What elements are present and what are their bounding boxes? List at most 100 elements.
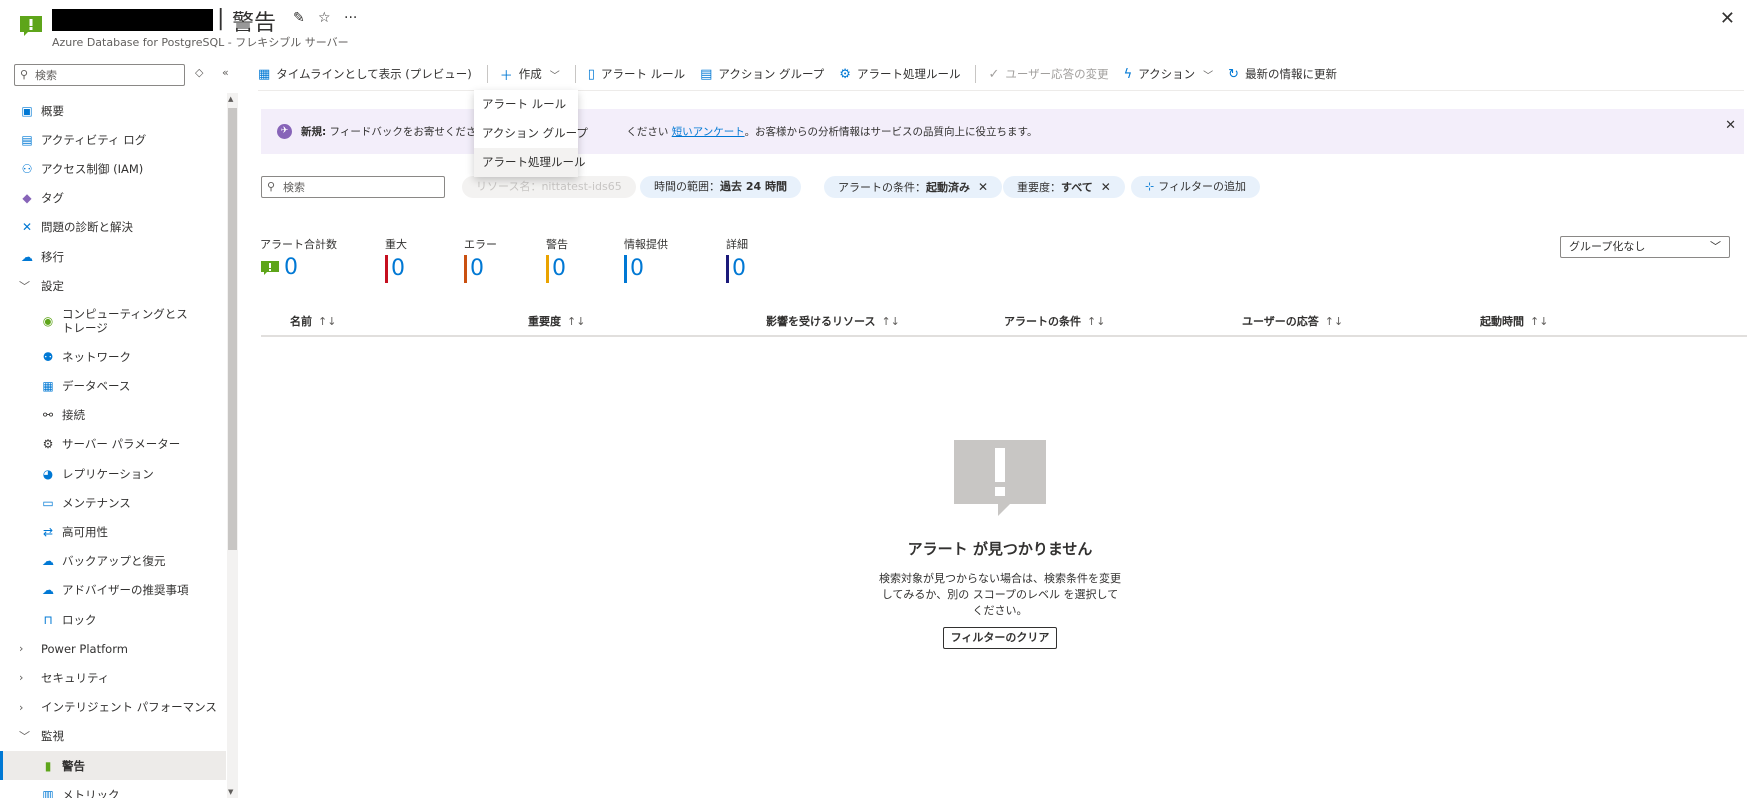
sidebar-item-overview[interactable]: ▣ 概要: [0, 96, 226, 125]
time-range-filter[interactable]: 時間の範囲：過去 24 時間: [640, 176, 801, 198]
expand-collapse-icon[interactable]: ◇: [195, 66, 203, 79]
sidebar-item-diagnose[interactable]: ✕ 問題の診断と解決: [0, 213, 226, 242]
menu-search-box[interactable]: ⚲: [14, 64, 185, 86]
error-stat[interactable]: エラー 0: [464, 236, 497, 283]
sidebar-item-replication[interactable]: ◕ レプリケーション: [0, 459, 226, 488]
sidebar-item-alerts[interactable]: ▮ 警告: [0, 750, 226, 781]
people-icon: ⚇: [21, 161, 33, 176]
remove-filter-icon[interactable]: ✕: [978, 180, 988, 194]
survey-link[interactable]: 短いアンケート: [672, 126, 745, 138]
sidebar-item-iam[interactable]: ⚇ アクセス制御 (IAM): [0, 154, 226, 183]
scroll-down-icon[interactable]: ▼: [228, 788, 233, 796]
toolbar-divider: [975, 65, 977, 83]
scroll-up-icon[interactable]: ▲: [228, 95, 233, 103]
banner-text: 新規: フィードバックをお寄せください。完了 ください 短いアンケート。お客様から…: [301, 124, 1038, 139]
column-header-severity[interactable]: 重要度 ↑↓: [528, 313, 585, 329]
column-header-alert-condition[interactable]: アラートの条件 ↑↓: [1004, 313, 1105, 329]
stat-value: 0: [260, 255, 337, 281]
informational-stat[interactable]: 情報提供 0: [624, 236, 668, 283]
sidebar-item-label: 高可用性: [62, 525, 108, 540]
sidebar-group-power-platform[interactable]: › Power Platform: [0, 634, 226, 663]
warning-stat[interactable]: 警告 0: [546, 236, 568, 283]
group-by-dropdown[interactable]: グループ化なし ﹀: [1560, 236, 1730, 258]
collapse-menu-icon[interactable]: «: [222, 66, 229, 79]
sidebar-item-label: 設定: [41, 278, 64, 293]
sidebar-item-label: ネットワーク: [62, 349, 131, 364]
more-icon[interactable]: ···: [344, 10, 357, 26]
sidebar-item-maintenance[interactable]: ▭ メンテナンス: [0, 488, 226, 517]
pin-icon[interactable]: ✎: [293, 10, 305, 26]
add-filter-button[interactable]: ⊹ フィルターの追加: [1131, 176, 1260, 198]
sidebar-item-migration[interactable]: ☁ 移行: [0, 242, 226, 271]
sidebar-item-advisor[interactable]: ☁ アドバイザーの推奨事項: [0, 576, 226, 605]
sidebar-item-metrics[interactable]: ▥ メトリック: [0, 780, 226, 798]
filter-label: 重要度：: [1017, 181, 1061, 194]
menu-item-processing-rule[interactable]: アラート処理ルール: [474, 148, 586, 177]
check-icon: ✓: [988, 66, 1000, 82]
stat-label: 警告: [546, 238, 568, 251]
menu-item-action-group[interactable]: アクション グループ: [474, 119, 588, 148]
empty-state-title: アラート が見つかりません: [907, 540, 1093, 558]
sidebar-item-compute-storage[interactable]: ◉ コンピューティングとストレージ: [0, 300, 226, 342]
sidebar-item-label: コンピューティングとストレージ: [62, 307, 188, 336]
high-availability-icon: ⇄: [42, 525, 54, 540]
clear-filters-button[interactable]: フィルターのクリア: [943, 627, 1057, 649]
alert-search-input[interactable]: [283, 179, 438, 195]
star-icon[interactable]: ☆: [318, 10, 331, 26]
resource-menu: ⚲ ◇ « ▣ 概要 ▤ アクティビティ ログ ⚇ アクセス制御 (IAM) ◆…: [0, 58, 242, 798]
sidebar-item-locks[interactable]: ⊓ ロック: [0, 605, 226, 634]
alert-condition-filter[interactable]: アラートの条件：起動済み ✕: [824, 176, 1003, 198]
create-dropdown-menu: アラート ルール アクション グループ アラート処理ルール: [474, 90, 588, 177]
sidebar-item-connect[interactable]: ⚯ 接続: [0, 401, 226, 430]
stat-label: 重大: [385, 238, 407, 251]
critical-stat[interactable]: 重大 0: [385, 236, 407, 283]
close-icon[interactable]: ✕: [1725, 118, 1736, 133]
banner-bold: 新規:: [301, 126, 327, 138]
processing-rules-button[interactable]: ⚙ アラート処理ルール: [839, 66, 960, 82]
sidebar-group-security[interactable]: › セキュリティ: [0, 663, 226, 692]
column-header-fired-time[interactable]: 起動時間 ↑↓: [1480, 313, 1548, 329]
remove-filter-icon[interactable]: ✕: [1101, 180, 1111, 194]
stat-number: 0: [391, 256, 405, 281]
column-header-user-response[interactable]: ユーザーの応答 ↑↓: [1242, 313, 1343, 329]
sidebar-item-server-parameters[interactable]: ⚙ サーバー パラメーター: [0, 430, 226, 459]
refresh-label: 最新の情報に更新: [1245, 67, 1338, 81]
create-button[interactable]: ＋ 作成 ﹀: [500, 65, 560, 84]
close-icon[interactable]: ✕: [1720, 8, 1735, 29]
menu-item-alert-rule[interactable]: アラート ルール: [474, 90, 578, 119]
banner-text-3: 。お客様からの分析情報はサービスの品質向上に役立ちます。: [744, 126, 1038, 138]
sidebar-item-backup-restore[interactable]: ☁ バックアップと復元: [0, 547, 226, 576]
verbose-stat[interactable]: 詳細 0: [726, 236, 748, 283]
alert-rules-label: アラート ルール: [600, 67, 686, 81]
sidebar-item-label: 警告: [62, 758, 85, 773]
refresh-button[interactable]: ↻ 最新の情報に更新: [1228, 66, 1337, 82]
sidebar-item-high-availability[interactable]: ⇄ 高可用性: [0, 517, 226, 546]
actions-button[interactable]: ϟ アクション ﹀: [1124, 66, 1214, 82]
menu-search-input[interactable]: [35, 67, 180, 83]
severity-filter[interactable]: 重要度：すべて ✕: [1003, 176, 1125, 198]
sidebar-item-tags[interactable]: ◆ タグ: [0, 184, 226, 213]
scrollbar-thumb[interactable]: [228, 108, 237, 550]
change-user-response-button[interactable]: ✓ ユーザー応答の変更: [988, 66, 1108, 82]
column-header-name[interactable]: 名前 ↑↓: [290, 313, 336, 329]
alert-search-box[interactable]: ⚲: [261, 176, 445, 198]
toolbar-divider: [574, 65, 576, 83]
sidebar-group-monitoring[interactable]: ﹀ 監視: [0, 722, 226, 751]
filter-label: 時間の範囲：: [654, 180, 720, 193]
gear-icon: ⚙: [42, 437, 54, 452]
plug-icon: ⚯: [42, 408, 54, 423]
action-groups-button[interactable]: ▤ アクション グループ: [700, 66, 824, 82]
sidebar-item-activity-log[interactable]: ▤ アクティビティ ログ: [0, 125, 226, 154]
sidebar-item-databases[interactable]: ▦ データベース: [0, 372, 226, 401]
timeline-view-button[interactable]: ▦ タイムラインとして表示 (プレビュー): [258, 66, 472, 82]
sidebar-group-intelligent-performance[interactable]: › インテリジェント パフォーマンス: [0, 693, 226, 722]
column-header-affected-resource[interactable]: 影響を受けるリソース ↑↓: [766, 313, 900, 329]
menu-scrollbar[interactable]: ▲ ▼: [227, 93, 238, 798]
alert-rules-button[interactable]: ▯ アラート ルール: [588, 66, 685, 82]
wrench-icon: ✕: [21, 220, 33, 235]
sidebar-item-label: メトリック: [62, 787, 120, 798]
sidebar-item-networking[interactable]: ⚉ ネットワーク: [0, 342, 226, 371]
lock-icon: ⊓: [43, 612, 53, 627]
sidebar-group-settings[interactable]: ﹀ 設定: [0, 271, 226, 300]
sidebar-item-label: データベース: [62, 379, 131, 394]
